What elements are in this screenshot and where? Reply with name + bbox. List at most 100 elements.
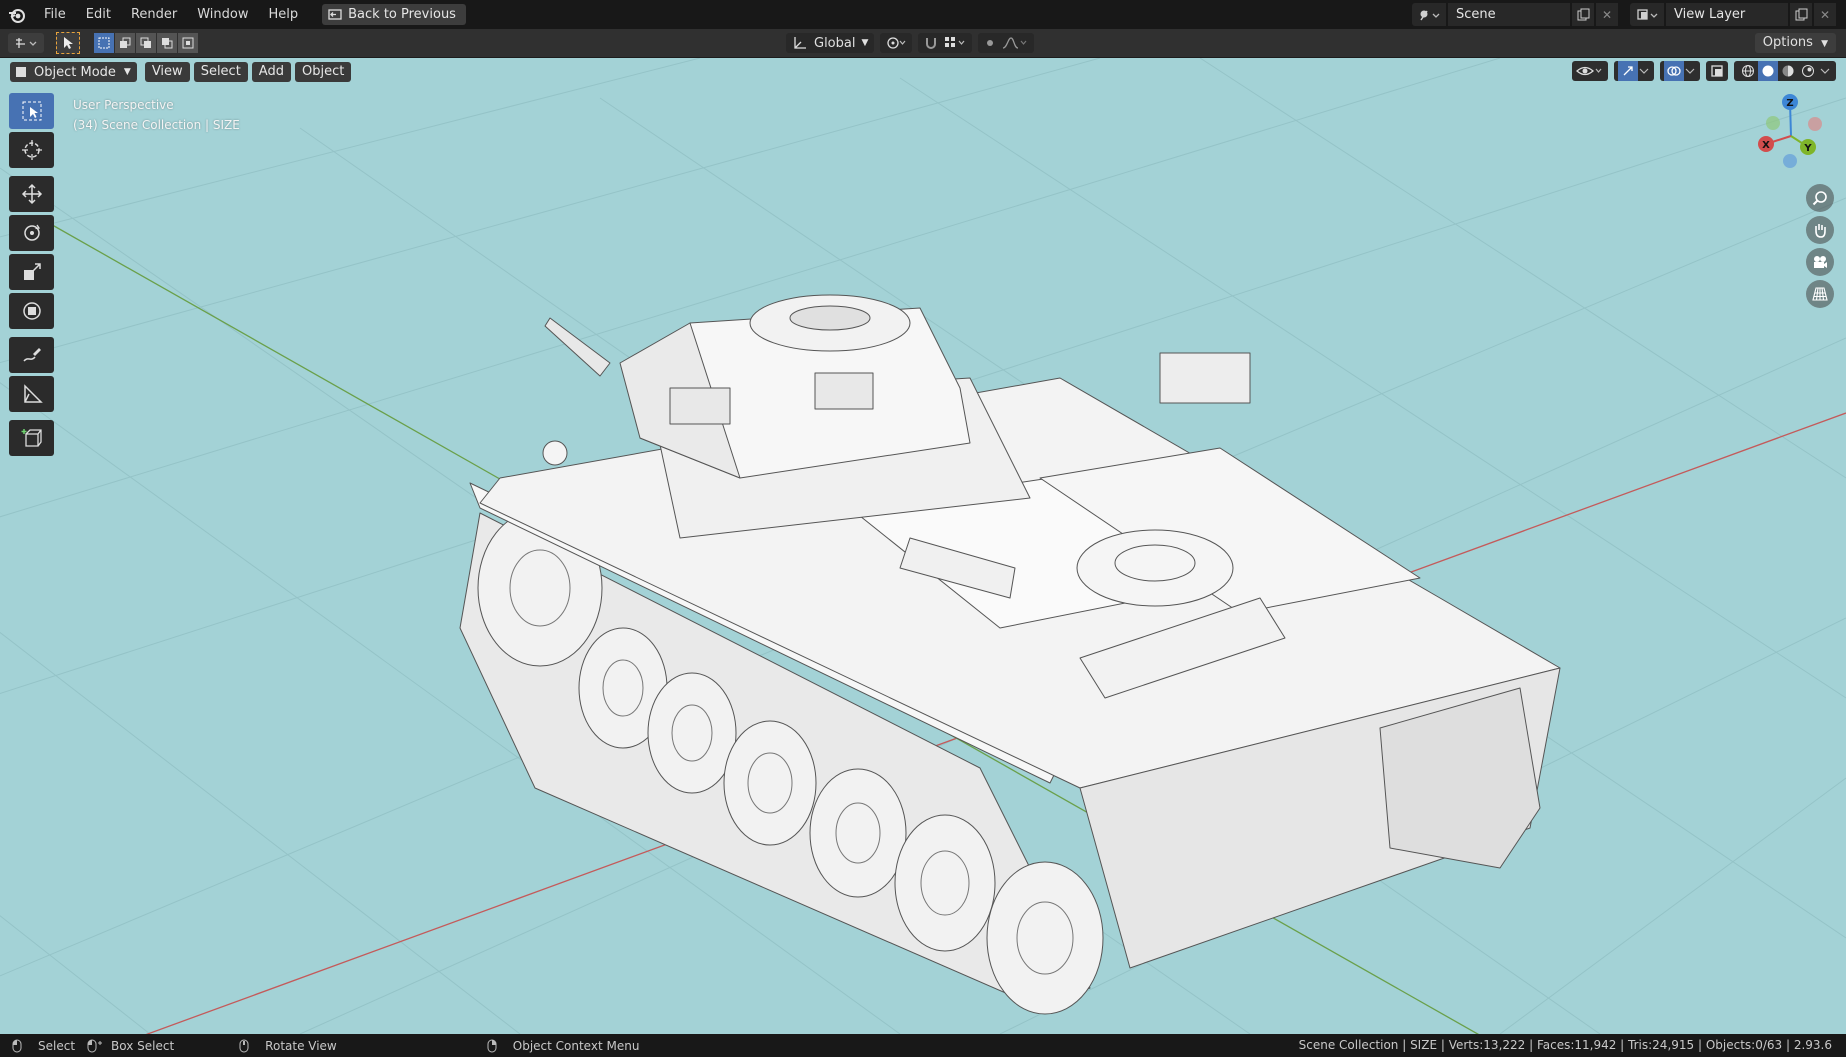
transform-orientation-dropdown[interactable]: Global ▼	[786, 33, 875, 53]
status-box-select-label: Box Select	[111, 1038, 175, 1053]
solid-sphere-icon	[1762, 65, 1774, 77]
menu-window[interactable]: Window	[187, 0, 258, 29]
gizmo-icon	[1623, 66, 1633, 76]
shading-mode-group	[1734, 61, 1836, 81]
view-layer-name-field[interactable]: View Layer	[1666, 3, 1788, 26]
copy-icon	[1795, 8, 1807, 21]
transform-tool[interactable]	[9, 293, 54, 329]
scene-selector: Scene ✕	[1412, 3, 1618, 26]
tank-3d-model[interactable]	[440, 268, 1580, 1028]
viewport-menu-view[interactable]: View	[144, 62, 190, 82]
chevron-down-icon[interactable]	[1818, 65, 1832, 77]
mouse-right-click-icon	[487, 1039, 497, 1052]
scale-tool[interactable]	[9, 254, 54, 290]
select-intersect-button[interactable]	[178, 33, 198, 53]
rotate-tool[interactable]	[9, 215, 54, 251]
negative-z-handle[interactable]	[1783, 154, 1797, 168]
select-box-tool[interactable]	[9, 93, 54, 129]
select-subtract-button[interactable]	[136, 33, 156, 53]
viewport-menu-add[interactable]: Add	[251, 62, 291, 82]
solid-shading-button[interactable]	[1758, 61, 1778, 81]
view-layer-browse-button[interactable]	[1630, 3, 1664, 26]
status-bar: Select Box Select Rotate View Object Con…	[0, 1034, 1846, 1057]
gizmo-dropdown[interactable]	[1614, 61, 1654, 81]
active-tool-button[interactable]	[56, 32, 80, 54]
select-difference-button[interactable]	[157, 33, 177, 53]
select-new-icon	[98, 37, 110, 49]
camera-view-button[interactable]	[1806, 248, 1834, 276]
top-menu-bar: File Edit Render Window Help Back to Pre…	[0, 0, 1846, 30]
navigation-gizmo[interactable]: Z X Y	[1746, 88, 1836, 178]
view-layer-selector: View Layer ✕	[1630, 3, 1836, 26]
negative-y-handle[interactable]	[1766, 116, 1780, 130]
zoom-view-button[interactable]	[1806, 184, 1834, 212]
close-icon: ✕	[1819, 7, 1831, 22]
scene-browse-button[interactable]	[1412, 3, 1446, 26]
close-icon: ✕	[1601, 7, 1613, 22]
blender-logo-icon[interactable]	[8, 6, 26, 24]
options-dropdown[interactable]: Options ▼	[1754, 33, 1836, 53]
menu-render[interactable]: Render	[121, 0, 187, 29]
editor-type-dropdown[interactable]	[8, 33, 44, 53]
material-preview-button[interactable]	[1778, 61, 1798, 81]
back-to-previous-label: Back to Previous	[348, 7, 456, 22]
pivot-point-icon	[887, 37, 906, 49]
rendered-shading-button[interactable]	[1798, 61, 1818, 81]
xray-toggle[interactable]	[1706, 61, 1728, 81]
move-tool[interactable]	[9, 176, 54, 212]
snap-increment-icon	[945, 37, 965, 47]
menu-edit[interactable]: Edit	[76, 0, 121, 29]
interaction-mode-dropdown[interactable]: Object Mode ▼	[10, 62, 137, 82]
add-cube-tool[interactable]	[9, 420, 54, 456]
proportional-editing-controls[interactable]	[978, 33, 1035, 53]
transform-controls: Global ▼	[786, 33, 1040, 53]
select-extend-button[interactable]	[115, 33, 135, 53]
magnifier-icon	[1812, 191, 1827, 206]
chevron-down-icon: ▼	[861, 38, 869, 48]
cursor-tool[interactable]	[9, 132, 54, 168]
tool-shelf	[9, 93, 54, 459]
wireframe-shading-button[interactable]	[1738, 61, 1758, 81]
delete-scene-button[interactable]: ✕	[1596, 3, 1618, 26]
x-axis-label: X	[1762, 140, 1770, 151]
view-layer-icon	[1637, 8, 1658, 20]
measure-tool[interactable]	[9, 376, 54, 412]
tool-header: Global ▼ Options ▼	[0, 29, 1846, 58]
annotate-tool[interactable]	[9, 337, 54, 373]
y-axis-label: Y	[1803, 143, 1812, 154]
mouse-left-click-icon	[12, 1039, 22, 1052]
rotate-icon	[23, 224, 40, 241]
select-new-button[interactable]	[94, 33, 114, 53]
delete-view-layer-button[interactable]: ✕	[1814, 3, 1836, 26]
negative-x-handle[interactable]	[1808, 117, 1822, 131]
3d-viewport[interactable]: Object Mode ▼ View Select Add Object Use…	[0, 58, 1846, 1034]
show-gizmo-toggle[interactable]	[1618, 61, 1638, 81]
selection-mode-group	[94, 33, 199, 53]
viewport-menu-select[interactable]: Select	[193, 62, 248, 82]
new-view-layer-button[interactable]	[1790, 3, 1812, 26]
eye-icon	[1576, 66, 1602, 76]
pivot-point-dropdown[interactable]	[880, 33, 913, 53]
viewport-display-controls	[1566, 61, 1836, 81]
scene-name-field[interactable]: Scene	[1448, 3, 1570, 26]
menu-help[interactable]: Help	[259, 0, 309, 29]
viewport-info-overlay: User Perspective (34) Scene Collection |…	[73, 95, 240, 135]
perspective-toggle-button[interactable]	[1806, 280, 1834, 308]
new-scene-button[interactable]	[1572, 3, 1594, 26]
pan-view-button[interactable]	[1806, 216, 1834, 244]
z-axis-label: Z	[1786, 98, 1793, 109]
cursor-arrow-icon	[64, 37, 73, 49]
interaction-mode-label: Object Mode	[34, 64, 116, 80]
transform-orientation-label: Global	[814, 35, 856, 51]
chevron-down-icon: ▼	[1821, 39, 1828, 49]
back-to-previous-button[interactable]: Back to Previous	[322, 4, 466, 25]
chevron-down-icon	[1685, 68, 1695, 74]
snapping-controls[interactable]	[918, 33, 973, 53]
add-cube-icon	[21, 429, 42, 447]
viewport-menu-object[interactable]: Object	[294, 62, 352, 82]
status-select-hint: Select	[12, 1039, 75, 1053]
overlays-dropdown[interactable]	[1660, 61, 1700, 81]
menu-file[interactable]: File	[34, 0, 76, 29]
show-overlays-toggle[interactable]	[1664, 61, 1684, 81]
visibility-dropdown[interactable]	[1572, 61, 1608, 81]
